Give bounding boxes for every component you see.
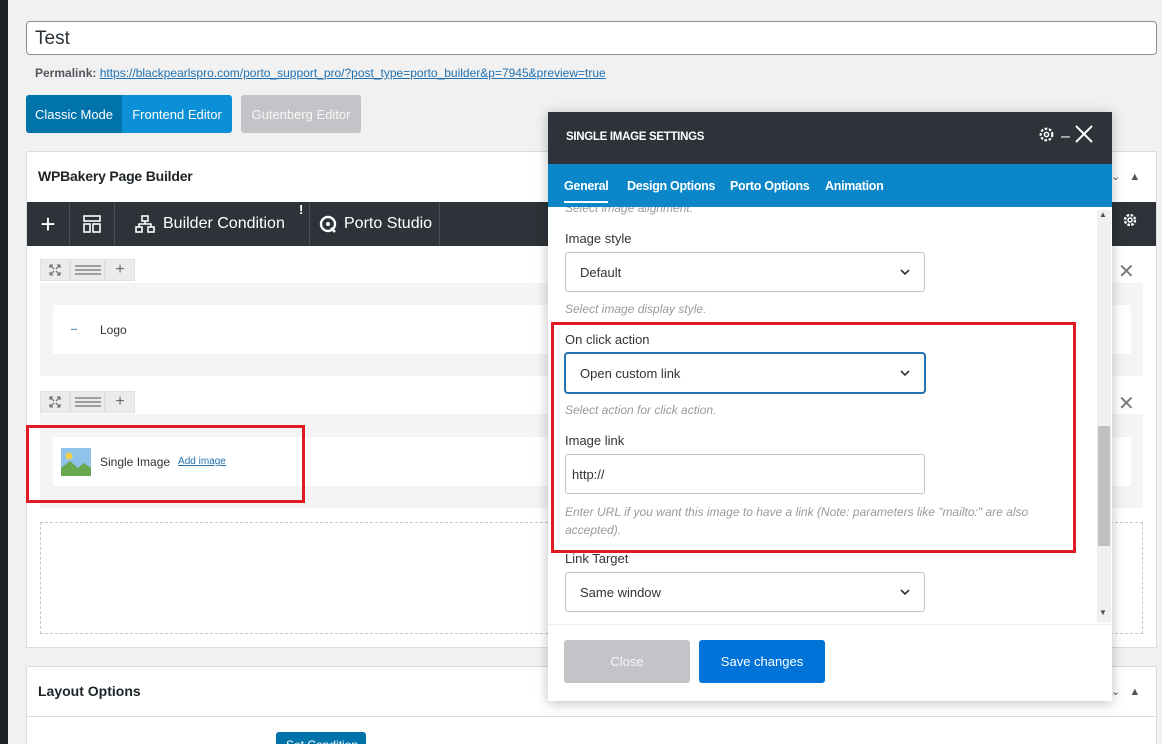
close-icon: ✕ [1118, 261, 1135, 283]
chevron-down-icon [900, 269, 910, 276]
link-target-select[interactable]: Same window [565, 572, 925, 612]
gear-icon [1123, 213, 1137, 227]
permalink-link[interactable]: https://blackpearlspro.com/porto_support… [100, 66, 606, 80]
templates-button[interactable] [70, 202, 115, 246]
tab-animation[interactable]: Animation [825, 179, 884, 193]
image-style-select[interactable]: Default [565, 252, 925, 292]
classic-mode-button[interactable]: Classic Mode [26, 95, 122, 133]
row-move-handle[interactable] [40, 391, 70, 413]
logo-thumb-icon: ━━ [71, 326, 78, 333]
templates-icon [83, 215, 101, 233]
minimize-icon[interactable]: – [1061, 128, 1070, 146]
permalink: Permalink: https://blackpearlspro.com/po… [35, 66, 606, 80]
modal-title: SINGLE IMAGE SETTINGS [566, 131, 705, 143]
porto-studio-label: Porto Studio [344, 215, 433, 232]
metabox-toggle-arrows[interactable]: ⌄ ▲ [1111, 170, 1140, 183]
highlight-single-image [26, 425, 305, 503]
close-button[interactable]: Close [564, 640, 690, 683]
chevron-down-icon [900, 589, 910, 596]
scroll-up-arrow-icon[interactable]: ▲ [1099, 210, 1107, 219]
row-delete-button[interactable]: ✕ [1118, 391, 1135, 416]
modal-scroll-thumb[interactable] [1098, 426, 1110, 546]
image-style-label: Image style [565, 231, 632, 246]
close-icon: ✕ [1118, 393, 1135, 415]
permalink-label: Permalink: [35, 66, 97, 80]
sitemap-icon [135, 215, 155, 233]
plus-icon: + [115, 393, 125, 410]
image-style-hint: Select image display style. [565, 302, 707, 316]
row-controls: + [40, 391, 135, 413]
condition-alert-badge: ! [299, 202, 304, 217]
image-style-value: Default [580, 264, 622, 280]
modal-close-button[interactable] [1074, 124, 1094, 149]
alignment-hint: Select image alignment. [565, 207, 694, 215]
builder-condition-button[interactable]: Builder Condition ! [115, 202, 310, 246]
row-layout-button[interactable] [70, 259, 105, 281]
highlight-click-action-section [551, 322, 1076, 553]
columns-icon [74, 265, 101, 275]
builder-condition-label: Builder Condition [163, 215, 285, 232]
row-layout-button[interactable] [70, 391, 105, 413]
tab-porto-options[interactable]: Porto Options [730, 179, 810, 193]
link-target-label: Link Target [565, 551, 629, 566]
row-delete-button[interactable]: ✕ [1118, 259, 1135, 284]
gear-icon [1039, 127, 1054, 141]
divider [27, 716, 1156, 717]
modal-header-controls: – [1038, 124, 1094, 149]
expand-icon [49, 396, 61, 408]
set-condition-button[interactable]: Set Condition [276, 732, 366, 744]
logo-element-label: Logo [100, 322, 127, 337]
scroll-down-arrow-icon[interactable]: ▼ [1099, 608, 1107, 617]
layout-options-title: Layout Options [38, 683, 141, 699]
modal-settings-button[interactable] [1038, 126, 1055, 148]
modal-scrollbar[interactable] [1097, 210, 1111, 622]
porto-studio-icon [319, 215, 337, 233]
toolbar-settings-button[interactable] [1122, 212, 1138, 233]
close-icon [1075, 125, 1093, 143]
row-controls: + [40, 259, 135, 281]
clipped-hint-wrap: Select image alignment. [548, 207, 1097, 217]
row-add-button[interactable]: + [105, 391, 135, 413]
add-element-button[interactable]: + [27, 202, 70, 246]
link-target-value: Same window [580, 584, 661, 600]
admin-sidebar-edge [0, 0, 8, 744]
porto-studio-button[interactable]: Porto Studio [310, 202, 440, 246]
metabox-toggle-arrows[interactable]: ⌄ ▲ [1111, 685, 1140, 698]
wpbakery-title: WPBakery Page Builder [38, 168, 193, 184]
frontend-editor-button[interactable]: Frontend Editor [122, 95, 232, 133]
modal-footer-divider [548, 624, 1112, 625]
save-changes-button[interactable]: Save changes [699, 640, 825, 683]
tab-design-options[interactable]: Design Options [627, 179, 715, 193]
plus-icon: + [115, 261, 125, 278]
plus-icon: + [40, 208, 56, 239]
columns-icon [74, 397, 101, 407]
post-title-input[interactable]: Test [26, 21, 1157, 55]
gutenberg-editor-button[interactable]: Gutenberg Editor [241, 95, 361, 133]
tab-general[interactable]: General [564, 179, 609, 203]
row-move-handle[interactable] [40, 259, 70, 281]
expand-icon [49, 264, 61, 276]
row-add-button[interactable]: + [105, 259, 135, 281]
